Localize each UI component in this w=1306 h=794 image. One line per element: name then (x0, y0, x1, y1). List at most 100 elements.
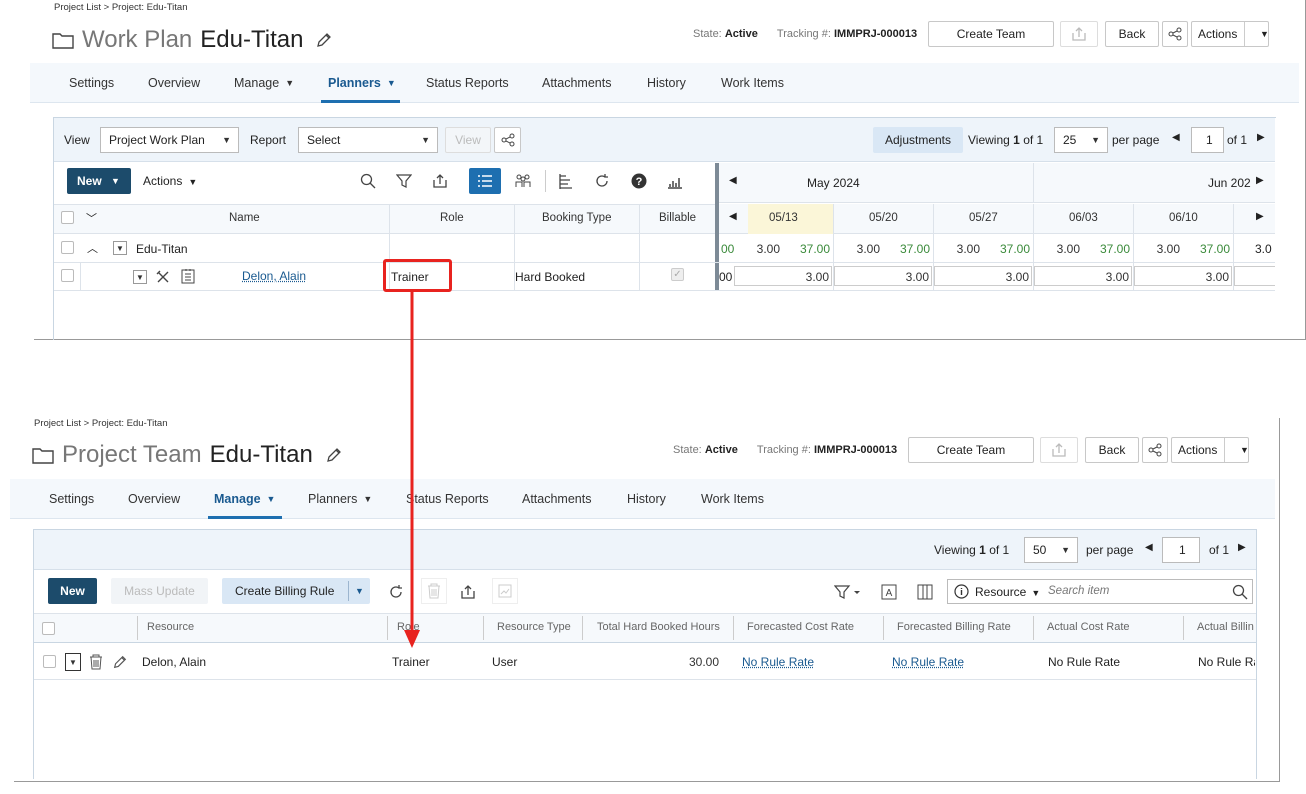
back-button[interactable]: Back (1085, 437, 1139, 463)
tab-overview[interactable]: Overview (128, 479, 180, 518)
row-menu-icon[interactable]: ▼ (65, 653, 81, 671)
report-select[interactable]: Select ▼ (298, 127, 438, 153)
edit-pencil-icon[interactable] (315, 31, 333, 49)
share-button[interactable] (1142, 437, 1168, 463)
select-all-checkbox[interactable] (61, 211, 74, 224)
new-button[interactable]: New (48, 578, 97, 604)
hours-input[interactable] (1234, 266, 1275, 286)
tab-manage[interactable]: Manage ▼ (214, 479, 275, 518)
tab-overview[interactable]: Overview (148, 63, 200, 102)
column-booking-type[interactable]: Booking Type (542, 212, 611, 224)
column-actual-cost-rate[interactable]: Actual Cost Rate (1047, 621, 1130, 633)
tab-history[interactable]: History (627, 479, 666, 518)
per-page-select[interactable]: 50 ▼ (1024, 537, 1078, 563)
hours-input[interactable]: 3.00 (1034, 266, 1132, 286)
create-billing-rule-button[interactable]: Create Billing Rule ▼ (222, 578, 370, 604)
create-team-button[interactable]: Create Team (908, 437, 1034, 463)
tab-work-items[interactable]: Work Items (701, 479, 764, 518)
export-icon[interactable] (459, 583, 477, 601)
resource-filter-select[interactable]: Resource ▼ (975, 585, 1040, 599)
next-week-icon[interactable]: ▶ (1256, 211, 1264, 222)
gantt-icon[interactable] (557, 172, 575, 190)
search-bar[interactable]: Resource ▼ Search item (947, 579, 1253, 604)
refresh-icon[interactable] (593, 172, 611, 190)
next-month-icon[interactable]: ▶ (1256, 175, 1264, 186)
breadcrumb[interactable]: Project List > Project: Edu-Titan (34, 418, 168, 429)
hours-input[interactable]: 3.00 (834, 266, 932, 286)
collapse-all-icon[interactable]: ﹀ (86, 210, 97, 226)
person-link[interactable]: Delon, Alain (242, 269, 306, 283)
text-format-icon[interactable]: A (880, 583, 898, 601)
help-icon[interactable]: ? (630, 172, 648, 190)
row-forecasted-cost-rate[interactable]: No Rule Rate (742, 655, 814, 669)
details-icon[interactable] (180, 267, 196, 284)
project-week-hours: 3.00 (856, 242, 880, 256)
row-checkbox[interactable] (61, 269, 74, 282)
column-actual-billing-rate[interactable]: Actual Billin (1197, 621, 1255, 633)
actions-button[interactable]: Actions ▼ (1171, 437, 1249, 463)
tab-history[interactable]: History (647, 63, 686, 102)
edit-pencil-icon[interactable] (111, 653, 129, 670)
share-view-button[interactable] (494, 127, 521, 153)
resources-icon[interactable] (514, 172, 532, 190)
next-page-icon[interactable]: ▶ (1257, 132, 1265, 143)
column-role[interactable]: Role (440, 212, 464, 224)
export-icon[interactable] (431, 172, 449, 190)
column-resource-type[interactable]: Resource Type (497, 621, 571, 633)
tab-settings[interactable]: Settings (69, 63, 114, 102)
view-select[interactable]: Project Work Plan ▼ (100, 127, 239, 153)
tab-planners[interactable]: Planners ▼ (308, 479, 372, 518)
tab-manage[interactable]: Manage ▼ (234, 63, 294, 102)
tab-settings[interactable]: Settings (49, 479, 94, 518)
prev-page-icon[interactable]: ◀ (1145, 542, 1153, 553)
search-icon[interactable] (1232, 584, 1248, 603)
column-forecasted-cost-rate[interactable]: Forecasted Cost Rate (747, 621, 854, 633)
row-menu-icon[interactable]: ▼ (113, 241, 127, 255)
prev-page-icon[interactable]: ◀ (1172, 132, 1180, 143)
share-button[interactable] (1162, 21, 1188, 47)
tab-status-reports[interactable]: Status Reports (426, 63, 509, 102)
highlight-box (383, 259, 452, 292)
row-checkbox[interactable] (43, 655, 56, 668)
hours-input[interactable]: 3.00 (734, 266, 832, 286)
edit-pencil-icon[interactable] (325, 446, 343, 464)
chart-icon[interactable] (666, 172, 684, 190)
column-total-hard-booked-hours[interactable]: Total Hard Booked Hours (597, 621, 720, 633)
row-forecasted-billing-rate[interactable]: No Rule Rate (892, 655, 964, 669)
page-input[interactable]: 1 (1191, 127, 1224, 153)
columns-icon[interactable] (916, 583, 934, 601)
row-menu-icon[interactable]: ▼ (133, 270, 147, 284)
hours-input[interactable]: 3.00 (934, 266, 1032, 286)
breadcrumb[interactable]: Project List > Project: Edu-Titan (54, 2, 188, 13)
tab-attachments[interactable]: Attachments (542, 63, 611, 102)
next-page-icon[interactable]: ▶ (1238, 542, 1246, 553)
column-billable[interactable]: Billable (659, 212, 696, 224)
list-view-icon[interactable] (469, 168, 501, 194)
prev-month-icon[interactable]: ◀ (729, 175, 737, 186)
tab-planners[interactable]: Planners ▼ (328, 63, 396, 102)
tools-icon[interactable] (155, 269, 171, 285)
column-resource[interactable]: Resource (147, 621, 194, 633)
actions-menu[interactable]: Actions ▼ (143, 174, 197, 188)
search-input[interactable]: Search item (1048, 585, 1109, 597)
page-input[interactable]: 1 (1162, 537, 1200, 563)
tab-attachments[interactable]: Attachments (522, 479, 591, 518)
column-forecasted-billing-rate[interactable]: Forecasted Billing Rate (897, 621, 1011, 633)
column-name[interactable]: Name (229, 212, 260, 224)
delete-icon[interactable] (88, 653, 104, 670)
hours-input[interactable]: 3.00 (1134, 266, 1232, 286)
prev-week-icon[interactable]: ◀ (729, 211, 737, 222)
tab-work-items[interactable]: Work Items (721, 63, 784, 102)
adjustments-button[interactable]: Adjustments (873, 127, 963, 153)
select-all-checkbox[interactable] (42, 622, 55, 635)
create-team-button[interactable]: Create Team (928, 21, 1054, 47)
filter-icon[interactable] (395, 172, 413, 190)
filter-icon[interactable] (833, 583, 863, 601)
new-button[interactable]: New ▼ (67, 168, 131, 194)
per-page-select[interactable]: 25 ▼ (1054, 127, 1108, 153)
collapse-row-icon[interactable]: ︿ (87, 240, 98, 256)
row-checkbox[interactable] (61, 241, 74, 254)
back-button[interactable]: Back (1105, 21, 1159, 47)
search-icon[interactable] (359, 172, 377, 190)
actions-button[interactable]: Actions ▼ (1191, 21, 1269, 47)
